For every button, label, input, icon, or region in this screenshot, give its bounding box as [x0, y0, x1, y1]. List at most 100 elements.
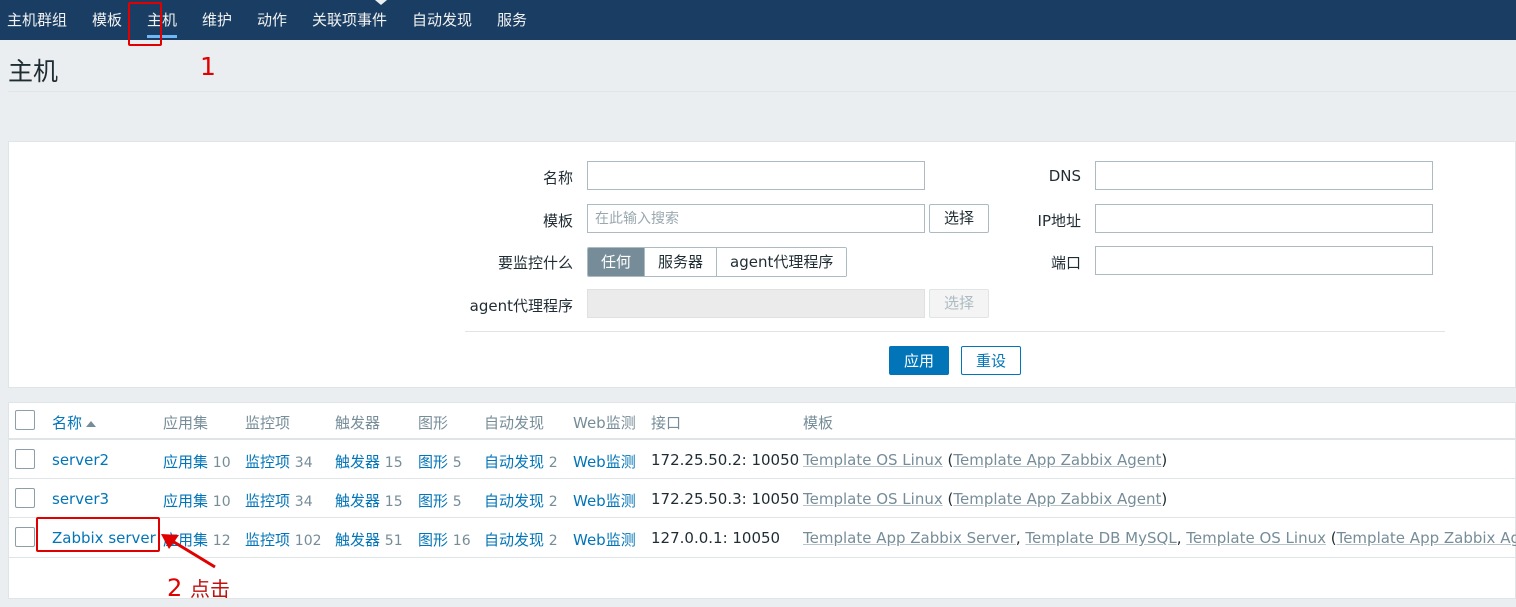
template-link[interactable]: Template OS Linux — [803, 451, 943, 469]
templates-cell: Template App Zabbix Server, Template DB … — [803, 529, 1516, 547]
graphs-link[interactable]: 图形 — [418, 492, 448, 510]
apply-button[interactable]: 应用 — [889, 346, 949, 375]
header-templates: 模板 — [803, 414, 834, 432]
triggers-link[interactable]: 触发器 — [335, 492, 380, 510]
filter-name-input[interactable] — [587, 161, 925, 190]
annotation-click-label: 点击 — [190, 577, 230, 601]
monitored-by-segmented-control: 任何 服务器 agent代理程序 — [587, 247, 848, 277]
reset-button[interactable]: 重设 — [961, 346, 1021, 375]
sort-asc-icon — [86, 420, 97, 427]
table-row: server2 应用集 10 监控项 34 触发器 15 图形 5 自动发现 2… — [9, 440, 1516, 479]
table-header-row: 名称 应用集 监控项 触发器 图形 自动发现 Web监测 接口 模板 — [9, 403, 1516, 440]
discovery-cell: 自动发现 2 — [484, 492, 558, 510]
items-cell: 监控项 34 — [245, 492, 313, 510]
filter-panel: 名称 模板 选择 要监控什么 任何 服务器 agent代理程序 agent代理程… — [8, 141, 1516, 388]
graphs-link[interactable]: 图形 — [418, 453, 448, 471]
header-name[interactable]: 名称 — [52, 412, 97, 433]
annotation-box-hosts-tab — [128, 2, 162, 46]
row-checkbox[interactable] — [15, 488, 35, 508]
applications-link[interactable]: 应用集 — [163, 492, 208, 510]
items-cell: 监控项 102 — [245, 531, 322, 549]
filter-dns-label: DNS — [1048, 167, 1081, 185]
filter-dns-input[interactable] — [1095, 161, 1433, 190]
discovery-link[interactable]: 自动发现 — [484, 453, 544, 471]
nav-item-services[interactable]: 服务 — [497, 0, 527, 40]
interface-cell: 172.25.50.2: 10050 — [651, 451, 800, 469]
header-triggers: 触发器 — [335, 414, 381, 432]
hosts-table: 名称 应用集 监控项 触发器 图形 自动发现 Web监测 接口 模板 serve… — [8, 402, 1516, 599]
proxy-select-button: 选择 — [929, 289, 989, 318]
host-name-link[interactable]: server3 — [52, 490, 109, 508]
triggers-link[interactable]: 触发器 — [335, 453, 380, 471]
templates-cell: Template OS Linux (Template App Zabbix A… — [803, 490, 1168, 508]
nav-item-discovery[interactable]: 自动发现 — [412, 0, 472, 40]
items-link[interactable]: 监控项 — [245, 492, 290, 510]
graphs-cell: 图形 5 — [418, 492, 462, 510]
select-all-checkbox[interactable] — [15, 410, 35, 430]
applications-cell: 应用集 10 — [163, 453, 231, 471]
header-discovery: 自动发现 — [484, 414, 545, 432]
filter-ip-input[interactable] — [1095, 204, 1433, 233]
annotation-step-1: 1 — [200, 52, 216, 81]
discovery-cell: 自动发现 2 — [484, 453, 558, 471]
triggers-cell: 触发器 15 — [335, 453, 403, 471]
template-link[interactable]: Template App Zabbix Server — [803, 529, 1016, 547]
header-graphs: 图形 — [418, 414, 449, 432]
filter-divider — [465, 331, 1445, 332]
graphs-cell: 图形 5 — [418, 453, 462, 471]
discovery-link[interactable]: 自动发现 — [484, 492, 544, 510]
filter-port-label: 端口 — [1050, 254, 1081, 272]
applications-cell: 应用集 10 — [163, 492, 231, 510]
nav-item-actions[interactable]: 动作 — [257, 0, 287, 40]
table-row: server3 应用集 10 监控项 34 触发器 15 图形 5 自动发现 2… — [9, 479, 1516, 518]
items-link[interactable]: 监控项 — [245, 453, 290, 471]
filter-monitored-by-label: 要监控什么 — [497, 254, 573, 272]
filter-proxy-input — [587, 289, 925, 318]
graphs-link[interactable]: 图形 — [418, 531, 448, 549]
nav-item-host-groups[interactable]: 主机群组 — [7, 0, 67, 40]
header-items: 监控项 — [245, 414, 291, 432]
template-link[interactable]: Template App Zabbix Agent — [1337, 529, 1516, 547]
web-link[interactable]: Web监测 — [573, 529, 636, 550]
template-link[interactable]: Template OS Linux — [803, 490, 943, 508]
triggers-link[interactable]: 触发器 — [335, 531, 380, 549]
filter-name-label: 名称 — [542, 169, 573, 187]
annotation-box-zabbix-server — [36, 517, 160, 552]
interface-cell: 172.25.50.3: 10050 — [651, 490, 800, 508]
discovery-link[interactable]: 自动发现 — [484, 531, 544, 549]
applications-link[interactable]: 应用集 — [163, 453, 208, 471]
row-checkbox[interactable] — [15, 449, 35, 469]
monitored-by-any[interactable]: 任何 — [588, 248, 646, 276]
nav-caret-icon — [375, 0, 387, 5]
nav-item-event-correlation[interactable]: 关联项事件 — [312, 0, 387, 40]
template-link[interactable]: Template App Zabbix Agent — [953, 490, 1161, 508]
template-link[interactable]: Template OS Linux — [1186, 529, 1326, 547]
nav-item-maintenance[interactable]: 维护 — [202, 0, 232, 40]
row-checkbox[interactable] — [15, 527, 35, 547]
monitored-by-server[interactable]: 服务器 — [645, 248, 718, 276]
filter-template-label: 模板 — [542, 212, 573, 230]
filter-proxy-label: agent代理程序 — [469, 297, 573, 315]
host-name-link[interactable]: server2 — [52, 451, 109, 469]
top-navigation: 主机群组 模板 主机 维护 动作 关联项事件 自动发现 服务 — [0, 0, 1516, 40]
template-link[interactable]: Template App Zabbix Agent — [953, 451, 1161, 469]
monitored-by-proxy[interactable]: agent代理程序 — [717, 248, 847, 276]
title-divider — [8, 91, 1516, 92]
filter-port-input[interactable] — [1095, 246, 1433, 275]
templates-cell: Template OS Linux (Template App Zabbix A… — [803, 451, 1168, 469]
page-title: 主机 — [8, 57, 59, 86]
discovery-cell: 自动发现 2 — [484, 531, 558, 549]
web-link[interactable]: Web监测 — [573, 451, 636, 472]
table-row: Zabbix server 应用集 12 监控项 102 触发器 51 图形 1… — [9, 518, 1516, 558]
annotation-arrow-icon — [161, 534, 216, 569]
items-link[interactable]: 监控项 — [245, 531, 290, 549]
nav-item-templates[interactable]: 模板 — [92, 0, 122, 40]
header-interface: 接口 — [651, 414, 682, 432]
interface-cell: 127.0.0.1: 10050 — [651, 529, 781, 547]
triggers-cell: 触发器 15 — [335, 492, 403, 510]
template-select-button[interactable]: 选择 — [929, 204, 989, 233]
graphs-cell: 图形 16 — [418, 531, 471, 549]
web-link[interactable]: Web监测 — [573, 490, 636, 511]
template-link[interactable]: Template DB MySQL — [1025, 529, 1176, 547]
filter-template-input[interactable] — [587, 204, 925, 233]
